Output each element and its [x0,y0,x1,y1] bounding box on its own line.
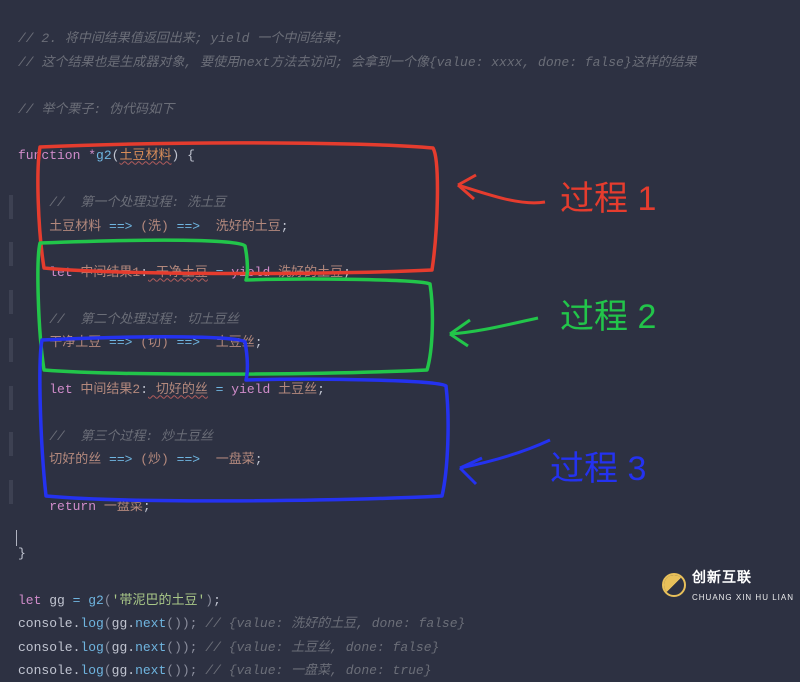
comment-line: // 举个栗子: 伪代码如下 [18,102,174,117]
paren: ) { [171,148,194,163]
logo-subtitle: CHUANG XIN HU LIAN [692,591,794,605]
obj: console [18,616,73,631]
obj: gg [112,640,128,655]
dot: . [73,640,81,655]
gutter-bar [9,432,13,456]
call: next [135,663,166,678]
dot: . [127,640,135,655]
gutter-bar [9,480,13,504]
obj: console [18,640,73,655]
type-annot: 干净土豆 [148,265,208,280]
comment-line: // 第二个处理过程: 切土豆丝 [49,312,239,327]
code-editor[interactable]: // 2. 将中间结果值返回出来; yield 一个中间结果; // 这个结果也… [18,4,697,682]
semi: ; [317,382,325,397]
colon: : [140,382,148,397]
colon: : [140,265,148,280]
semi: ; [213,593,221,608]
gutter-bar [9,195,13,219]
obj: gg [112,616,128,631]
semi: ; [343,265,351,280]
expr: 土豆丝 [208,335,255,350]
call: log [80,663,103,678]
call: log [80,640,103,655]
comment-line: // 第三个过程: 炒土豆丝 [49,429,213,444]
star: * [88,148,96,163]
dot: . [127,663,135,678]
expr: 切好的丝 [49,452,101,467]
semi: ; [255,335,263,350]
obj: console [18,663,73,678]
keyword-yield: yield [231,265,270,280]
expr: (洗) [132,219,176,234]
keyword-let: let [18,593,41,608]
comment-line: // {value: 洗好的土豆, done: false} [198,616,466,631]
close-brace: } [18,546,26,561]
gutter-bar [9,242,13,266]
op: ==> [101,219,132,234]
gutter-bar [9,386,13,410]
dot: . [73,616,81,631]
call: next [135,640,166,655]
comment-line: // {value: 土豆丝, done: false} [198,640,440,655]
dot: . [73,663,81,678]
var-name: 中间结果1 [73,265,141,280]
function-name: g2 [96,148,112,163]
text-cursor [16,530,17,546]
string: '带泥巴的土豆' [112,593,206,608]
expr: (炒) [132,452,176,467]
call: next [135,616,166,631]
keyword-let: let [49,265,72,280]
expr: 洗好的土豆 [208,219,281,234]
type-annot: 切好的丝 [148,382,208,397]
op: ==> [101,452,132,467]
keyword-yield: yield [231,382,270,397]
call: g2 [88,593,104,608]
var-name: 中间结果2 [73,382,141,397]
call: log [80,616,103,631]
op: ==> [177,219,208,234]
expr: 土豆丝 [270,382,317,397]
expr: 一盘菜 [208,452,255,467]
comment-line: // 第一个处理过程: 洗土豆 [49,195,226,210]
logo-title: 创新互联 [692,565,794,590]
semi: ; [281,219,289,234]
keyword-let: let [49,382,72,397]
semi: ; [143,499,151,514]
watermark-logo: 创新互联 CHUANG XIN HU LIAN [662,565,794,605]
expr: 土豆材料 [49,219,101,234]
param: 土豆材料 [119,148,171,163]
logo-icon [662,573,686,597]
comment-line: // {value: 一盘菜, done: true} [198,663,432,678]
expr: 洗好的土豆 [270,265,343,280]
op: ==> [177,452,208,467]
expr: 干净土豆 [49,335,101,350]
comment-line: // 这个结果也是生成器对象, 要使用next方法去访问; 会拿到一个像{val… [18,55,697,70]
op: ==> [177,335,208,350]
dot: . [127,616,135,631]
var-name: gg [49,593,65,608]
eq: = [208,265,231,280]
eq: = [208,382,231,397]
eq: = [65,593,88,608]
keyword-function: function [18,148,80,163]
obj: gg [112,663,128,678]
op: ==> [101,335,132,350]
gutter-bar [9,338,13,362]
expr: (切) [132,335,176,350]
expr: 一盘菜 [96,499,143,514]
keyword-return: return [49,499,96,514]
gutter-bar [9,290,13,314]
comment-line: // 2. 将中间结果值返回出来; yield 一个中间结果; [18,31,343,46]
semi: ; [255,452,263,467]
